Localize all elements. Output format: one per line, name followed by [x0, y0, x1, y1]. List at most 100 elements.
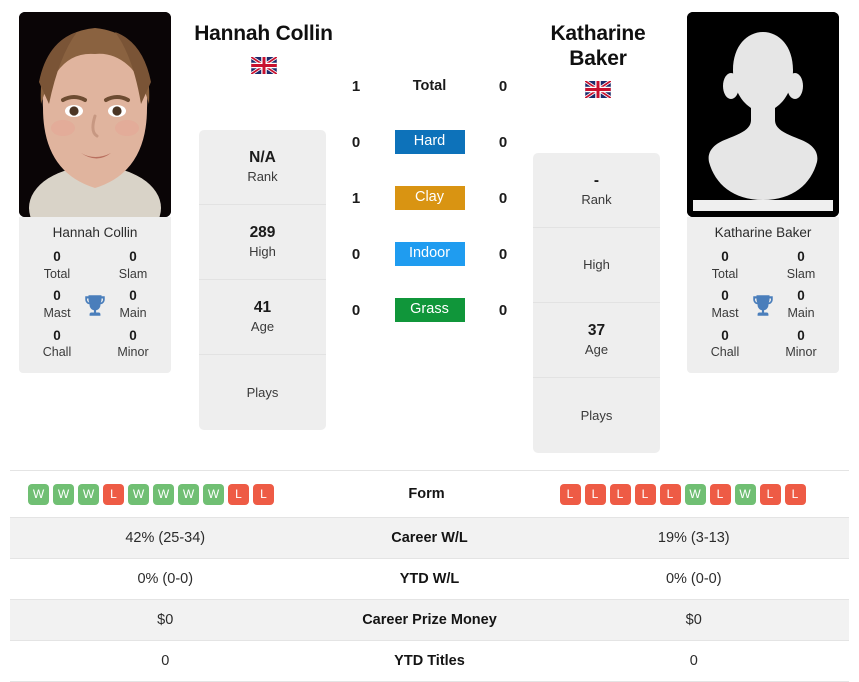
surface-score-right: 0: [498, 133, 508, 151]
surface-label-wrap: Clay: [373, 185, 486, 211]
title-label: Chall: [710, 345, 740, 360]
surface-score-left: 1: [351, 77, 361, 95]
form-badge-loss[interactable]: L: [584, 483, 606, 505]
form-badge-loss[interactable]: L: [103, 483, 124, 505]
table-row-ytd-wl: 0% (0-0) YTD W/L 0% (0-0): [10, 559, 849, 600]
title-label: Minor: [117, 345, 149, 360]
title-value: 0: [721, 327, 729, 343]
form-badge-loss[interactable]: L: [253, 483, 274, 505]
form-badge-loss[interactable]: L: [634, 483, 656, 505]
form-badge-loss[interactable]: L: [609, 483, 631, 505]
surface-badge-indoor[interactable]: Indoor: [394, 241, 465, 267]
player-comparison-header: Hannah Collin 0 Total 0 Slam 0 Mast 0 Ma…: [0, 0, 859, 465]
info-value: N/A: [249, 149, 276, 167]
flag-icon-gb: [250, 56, 277, 74]
title-label: Chall: [42, 345, 72, 360]
titles-grid-right: 0 Total 0 Slam 0 Mast 0 Main 0 Chall 0 M…: [687, 248, 839, 361]
form-badge-loss[interactable]: L: [228, 483, 249, 505]
info-label: High: [249, 243, 276, 259]
form-badge-win[interactable]: W: [78, 483, 99, 505]
info-value: 41: [253, 299, 272, 317]
row-value-right: $0: [685, 612, 702, 628]
row-value-right: 0% (0-0): [665, 571, 722, 587]
surface-score-right: 0: [498, 189, 508, 207]
info-value: 289: [249, 224, 276, 242]
title-value: 0: [53, 327, 61, 343]
player-name-header-left: Hannah Collin: [186, 22, 341, 74]
form-badge-win[interactable]: W: [734, 483, 756, 505]
row-label: Career Prize Money: [362, 612, 497, 628]
form-badge-win[interactable]: W: [178, 483, 199, 505]
title-label: Slam: [786, 266, 816, 281]
player-photo-left: [19, 12, 171, 217]
table-row-form: WWWLWWWWLL Form LLLLLWLWLL: [10, 471, 849, 518]
form-badge-loss[interactable]: L: [759, 483, 781, 505]
player-stat-card-right: Katharine Baker 0 Total 0 Slam 0 Mast 0 …: [687, 217, 839, 374]
surface-row-grass: 0 Grass 0: [339, 282, 520, 338]
title-stat: 0 Chall: [687, 327, 763, 361]
comparison-table: WWWLWWWWLL Form LLLLLWLWLL 42% (25-34) C…: [10, 470, 849, 682]
form-badge-win[interactable]: W: [203, 483, 224, 505]
table-row-career-wl: 42% (25-34) Career W/L 19% (3-13): [10, 518, 849, 559]
info-label: Plays: [580, 407, 613, 423]
flag-icon-gb: [585, 81, 611, 99]
info-label: Age: [584, 341, 609, 357]
surface-score-right: 0: [498, 301, 508, 319]
title-value: 0: [129, 249, 137, 264]
form-badge-win[interactable]: W: [684, 483, 706, 505]
form-badge-win[interactable]: W: [128, 483, 149, 505]
title-stat: 0 Chall: [19, 327, 95, 361]
titles-grid-left: 0 Total 0 Slam 0 Mast 0 Main 0 Chall 0 M…: [19, 248, 171, 361]
row-label: YTD W/L: [399, 571, 460, 587]
player-info-column-left: N/A Rank 289 High 41 Age Plays: [199, 130, 326, 430]
form-badge-win[interactable]: W: [28, 483, 49, 505]
title-stat: 0 Slam: [95, 248, 171, 282]
title-value: 0: [129, 327, 137, 343]
page-title-left: Hannah Collin: [194, 22, 333, 45]
table-row-career-prize-money: $0 Career Prize Money $0: [10, 600, 849, 641]
title-value: 0: [53, 249, 61, 264]
info-row-age: 37 Age: [533, 303, 660, 378]
surface-label-wrap: Indoor: [373, 241, 486, 267]
form-badge-win[interactable]: W: [153, 483, 174, 505]
page-title-right: Katharine Baker: [550, 22, 646, 70]
player-photo-right: [687, 12, 839, 217]
surface-score-left: 1: [351, 189, 361, 207]
row-value-left: $0: [157, 612, 174, 628]
info-row-rank: - Rank: [533, 153, 660, 228]
form-badge-loss[interactable]: L: [784, 483, 806, 505]
info-label: Rank: [581, 191, 612, 207]
player-card-right[interactable]: Katharine Baker 0 Total 0 Slam 0 Mast 0 …: [687, 12, 839, 374]
surface-badge-clay[interactable]: Clay: [394, 185, 465, 211]
surface-label-total: Total: [412, 78, 447, 94]
form-badge-list-right: LLLLLWLWLL: [559, 483, 806, 505]
form-badge-loss[interactable]: L: [709, 483, 731, 505]
info-row-high: High: [533, 228, 660, 303]
table-row-ytd-titles: 0 YTD Titles 0: [10, 641, 849, 682]
title-stat: 0 Minor: [763, 327, 839, 361]
player-card-left[interactable]: Hannah Collin 0 Total 0 Slam 0 Mast 0 Ma…: [19, 12, 171, 374]
card-player-name: Hannah Collin: [52, 225, 138, 240]
row-label: Form: [408, 486, 445, 502]
title-stat: 0 Total: [687, 248, 763, 282]
surface-row-clay: 1 Clay 0: [339, 170, 520, 226]
title-label: Minor: [785, 345, 817, 360]
title-label: Slam: [118, 266, 148, 281]
form-badge-loss[interactable]: L: [659, 483, 681, 505]
row-label: YTD Titles: [394, 653, 465, 669]
info-row-rank: N/A Rank: [199, 130, 326, 205]
row-label: Career W/L: [391, 530, 468, 546]
form-badge-loss[interactable]: L: [559, 483, 581, 505]
info-value: -: [593, 172, 600, 190]
card-player-name: Katharine Baker: [714, 225, 812, 240]
surface-score-right: 0: [498, 77, 508, 95]
surface-badge-grass[interactable]: Grass: [394, 297, 465, 323]
surface-row-total: 1 Total 0: [339, 58, 520, 114]
surface-badge-hard[interactable]: Hard: [394, 129, 465, 155]
surface-label-wrap: Grass: [373, 297, 486, 323]
title-stat: 0 Minor: [95, 327, 171, 361]
title-label: Total: [43, 266, 71, 281]
form-badge-win[interactable]: W: [53, 483, 74, 505]
surface-row-hard: 0 Hard 0: [339, 114, 520, 170]
trophy-icon: [750, 293, 776, 319]
